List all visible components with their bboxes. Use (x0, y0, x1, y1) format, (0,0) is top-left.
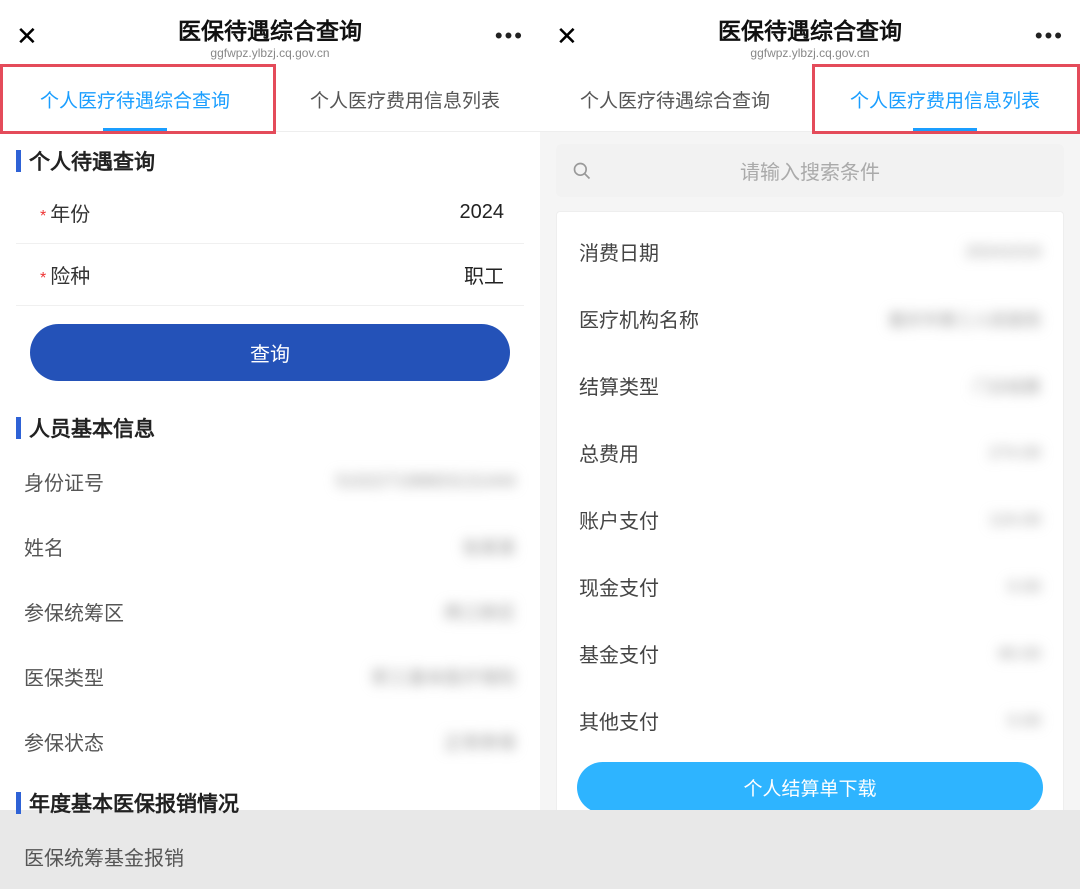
page-title: 医保待遇综合查询 (596, 12, 1024, 46)
tab-expense-list[interactable]: 个人医疗费用信息列表 (270, 66, 540, 131)
date-label: 消费日期 (579, 237, 659, 266)
tabs: 个人医疗待遇综合查询 个人医疗费用信息列表 (540, 66, 1080, 132)
cash-label: 现金支付 (579, 572, 659, 601)
other-label: 其他支付 (579, 706, 659, 735)
more-icon[interactable]: ••• (484, 23, 524, 49)
acct-label: 账户支付 (579, 505, 659, 534)
fund-label: 基金支付 (579, 639, 659, 668)
page-url: ggfwpz.ylbzj.cq.gov.cn (596, 46, 1024, 60)
tab-treatment-query[interactable]: 个人医疗待遇综合查询 (540, 66, 810, 131)
yb-type-row: 医保类型 职工基本医疗保险 (0, 644, 540, 709)
status-row: 参保状态 正常参保 (0, 709, 540, 774)
navbar: ✕ 医保待遇综合查询 ggfwpz.ylbzj.cq.gov.cn ••• (0, 0, 540, 66)
name-row: 姓名 张某某 (0, 514, 540, 579)
page-title: 医保待遇综合查询 (56, 12, 484, 46)
close-icon[interactable]: ✕ (556, 21, 596, 52)
id-row: 身份证号 510227198803131444 (0, 449, 540, 514)
left-screen: ✕ 医保待遇综合查询 ggfwpz.ylbzj.cq.gov.cn ••• 个人… (0, 0, 540, 810)
query-button[interactable]: 查询 (30, 324, 510, 381)
section-heading-basic-info: 人员基本信息 (0, 399, 540, 449)
expense-card: 消费日期20241019 医疗机构名称重庆市第三人民医院 结算类型门诊结算 总费… (556, 211, 1064, 810)
section-heading-annual: 年度基本医保报销情况 (0, 774, 540, 824)
page-url: ggfwpz.ylbzj.cq.gov.cn (56, 46, 484, 60)
total-label: 总费用 (579, 438, 639, 467)
tab-expense-list[interactable]: 个人医疗费用信息列表 (810, 66, 1080, 131)
tab-treatment-query[interactable]: 个人医疗待遇综合查询 (0, 66, 270, 131)
insurance-type-field[interactable]: *险种 职工 (16, 244, 524, 306)
download-button[interactable]: 个人结算单下载 (577, 762, 1043, 810)
area-row: 参保统筹区 两江新区 (0, 579, 540, 644)
close-icon[interactable]: ✕ (16, 21, 56, 52)
year-field[interactable]: *年份 2024 (16, 182, 524, 244)
settle-label: 结算类型 (579, 371, 659, 400)
fund-row: 医保统筹基金报销 (0, 824, 540, 889)
right-screen: ✕ 医保待遇综合查询 ggfwpz.ylbzj.cq.gov.cn ••• 个人… (540, 0, 1080, 810)
navbar: ✕ 医保待遇综合查询 ggfwpz.ylbzj.cq.gov.cn ••• (540, 0, 1080, 66)
more-icon[interactable]: ••• (1024, 23, 1064, 49)
org-label: 医疗机构名称 (579, 304, 699, 333)
search-input[interactable]: 请输入搜索条件 (556, 144, 1064, 197)
section-heading: 个人待遇查询 (0, 132, 540, 182)
tabs: 个人医疗待遇综合查询 个人医疗费用信息列表 (0, 66, 540, 132)
